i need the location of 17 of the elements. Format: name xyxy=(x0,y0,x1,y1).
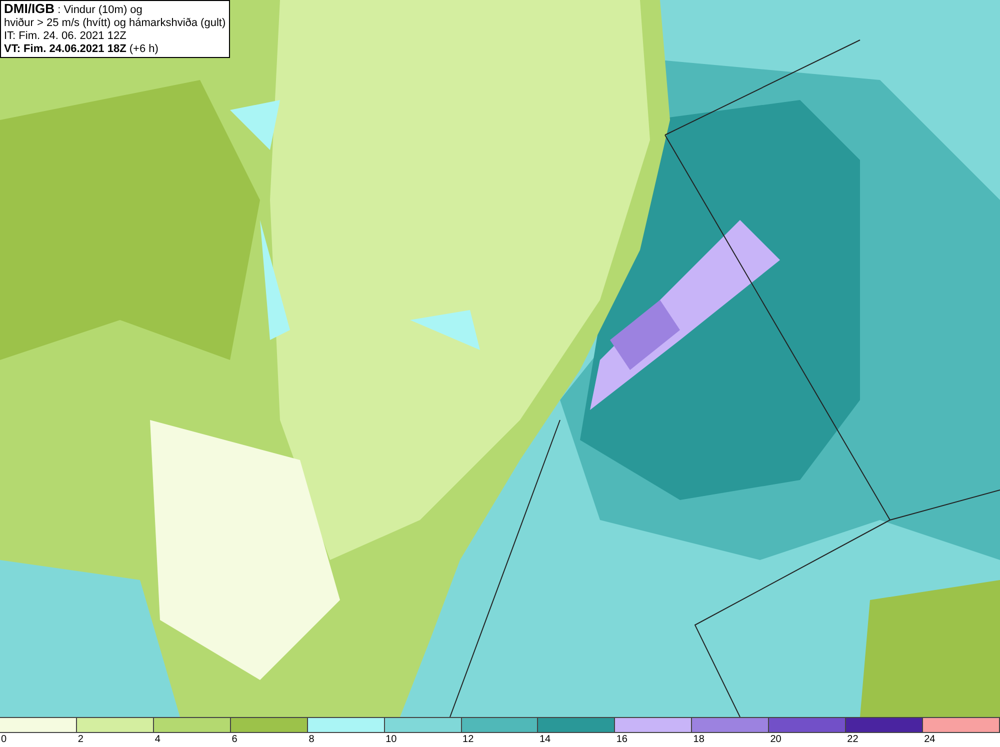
legend-label: 8 xyxy=(308,733,314,747)
legend-label: 24 xyxy=(923,733,936,747)
title-text: DMI/IGB : Vindur (10m) og xyxy=(4,2,144,17)
legend-label: 0 xyxy=(0,733,7,747)
legend-label: 2 xyxy=(76,733,84,747)
legend-label: 20 xyxy=(769,733,782,747)
legend-label: 22 xyxy=(846,733,858,747)
legend-label: 6 xyxy=(230,733,238,747)
title-text: IT: Fim. 24. 06. 2021 12Z xyxy=(4,30,128,43)
legend-label: 16 xyxy=(615,733,628,747)
title-text: hviður > 25 m/s (hvítt) og hámarkshviða (gult) xyxy=(4,17,226,30)
legend-label: 10 xyxy=(384,733,397,747)
legend-label: 12 xyxy=(462,733,474,747)
legend-label: 4 xyxy=(154,733,160,747)
title-text: VT: Fim. 24.06.2021 18Z (+6 h) xyxy=(4,43,160,56)
legend-label: 14 xyxy=(538,733,551,747)
legend-label: 18 xyxy=(692,733,704,747)
